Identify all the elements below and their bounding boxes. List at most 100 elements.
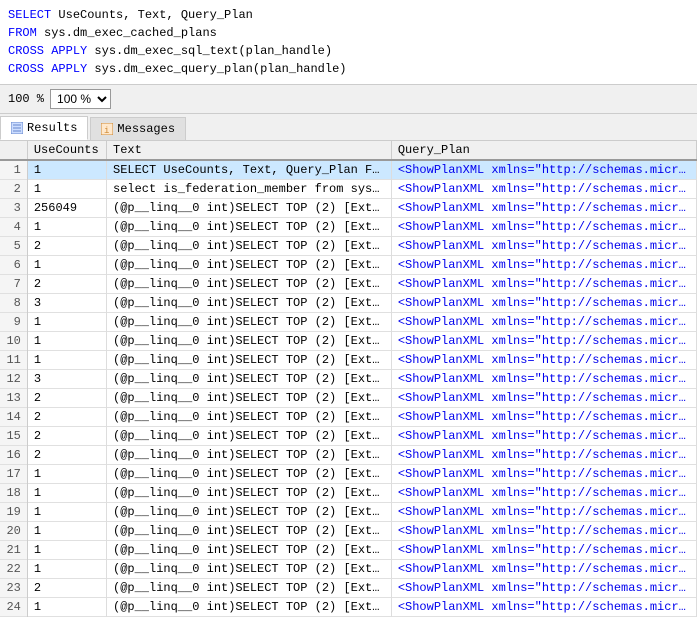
row-number: 2	[0, 180, 27, 199]
cell-usecounts: 2	[27, 446, 106, 465]
code-line-2: FROM sys.dm_exec_cached_plans	[8, 24, 689, 42]
cell-queryplan[interactable]: <ShowPlanXML xmlns="http://schemas.micro…	[391, 160, 696, 180]
cell-queryplan[interactable]: <ShowPlanXML xmlns="http://schemas.micro…	[391, 446, 696, 465]
table-row: 41(@p__linq__0 int)SELECT TOP (2) [Exten…	[0, 218, 697, 237]
row-number: 11	[0, 351, 27, 370]
cell-usecounts: 1	[27, 465, 106, 484]
cell-usecounts: 1	[27, 351, 106, 370]
table-body: 11SELECT UseCounts, Text, Query_Plan FRO…	[0, 160, 697, 617]
table-row: 61(@p__linq__0 int)SELECT TOP (2) [Exten…	[0, 256, 697, 275]
tab-messages[interactable]: i Messages	[90, 117, 186, 140]
row-number: 12	[0, 370, 27, 389]
table-row: 181(@p__linq__0 int)SELECT TOP (2) [Exte…	[0, 484, 697, 503]
row-number: 5	[0, 237, 27, 256]
cell-queryplan[interactable]: <ShowPlanXML xmlns="http://schemas.micro…	[391, 427, 696, 446]
cell-text: (@p__linq__0 int)SELECT TOP (2) [Extent1…	[107, 446, 392, 465]
cell-queryplan[interactable]: <ShowPlanXML xmlns="http://schemas.micro…	[391, 484, 696, 503]
cell-queryplan[interactable]: <ShowPlanXML xmlns="http://schemas.micro…	[391, 560, 696, 579]
cell-queryplan[interactable]: <ShowPlanXML xmlns="http://schemas.micro…	[391, 180, 696, 199]
col-header-usecounts[interactable]: UseCounts	[27, 141, 106, 160]
cell-queryplan[interactable]: <ShowPlanXML xmlns="http://schemas.micro…	[391, 579, 696, 598]
cell-text: (@p__linq__0 int)SELECT TOP (2) [Extent1…	[107, 294, 392, 313]
table-row: 111(@p__linq__0 int)SELECT TOP (2) [Exte…	[0, 351, 697, 370]
cell-usecounts: 1	[27, 313, 106, 332]
cell-usecounts: 2	[27, 275, 106, 294]
cell-queryplan[interactable]: <ShowPlanXML xmlns="http://schemas.micro…	[391, 351, 696, 370]
table-row: 132(@p__linq__0 int)SELECT TOP (2) [Exte…	[0, 389, 697, 408]
results-icon	[11, 122, 23, 134]
cell-queryplan[interactable]: <ShowPlanXML xmlns="http://schemas.micro…	[391, 237, 696, 256]
row-number: 24	[0, 598, 27, 617]
row-number: 14	[0, 408, 27, 427]
cell-usecounts: 2	[27, 389, 106, 408]
cell-text: (@p__linq__0 int)SELECT TOP (2) [Extent1…	[107, 332, 392, 351]
col-header-text[interactable]: Text	[107, 141, 392, 160]
cell-queryplan[interactable]: <ShowPlanXML xmlns="http://schemas.micro…	[391, 389, 696, 408]
cell-text: (@p__linq__0 int)SELECT TOP (2) [Extent1…	[107, 199, 392, 218]
row-number: 1	[0, 160, 27, 180]
results-table: UseCounts Text Query_Plan 11SELECT UseCo…	[0, 141, 697, 617]
cell-text: (@p__linq__0 int)SELECT TOP (2) [Extent1…	[107, 237, 392, 256]
row-number: 15	[0, 427, 27, 446]
cell-text: (@p__linq__0 int)SELECT TOP (2) [Extent1…	[107, 275, 392, 294]
cell-queryplan[interactable]: <ShowPlanXML xmlns="http://schemas.micro…	[391, 370, 696, 389]
cell-queryplan[interactable]: <ShowPlanXML xmlns="http://schemas.micro…	[391, 294, 696, 313]
col-header-rownum	[0, 141, 27, 160]
tab-messages-label: Messages	[117, 122, 175, 136]
row-number: 18	[0, 484, 27, 503]
code-line-1: SELECT UseCounts, Text, Query_Plan	[8, 6, 689, 24]
table-row: 101(@p__linq__0 int)SELECT TOP (2) [Exte…	[0, 332, 697, 351]
table-row: 162(@p__linq__0 int)SELECT TOP (2) [Exte…	[0, 446, 697, 465]
cell-text: SELECT UseCounts, Text, Query_Plan FROM …	[107, 160, 392, 180]
cell-usecounts: 1	[27, 522, 106, 541]
cell-text: (@p__linq__0 int)SELECT TOP (2) [Extent1…	[107, 579, 392, 598]
cell-usecounts: 2	[27, 237, 106, 256]
code-line-4: CROSS APPLY sys.dm_exec_query_plan(plan_…	[8, 60, 689, 78]
cell-queryplan[interactable]: <ShowPlanXML xmlns="http://schemas.micro…	[391, 408, 696, 427]
cell-text: (@p__linq__0 int)SELECT TOP (2) [Extent1…	[107, 484, 392, 503]
cell-queryplan[interactable]: <ShowPlanXML xmlns="http://schemas.micro…	[391, 541, 696, 560]
row-number: 16	[0, 446, 27, 465]
cell-text: (@p__linq__0 int)SELECT TOP (2) [Extent1…	[107, 389, 392, 408]
cell-queryplan[interactable]: <ShowPlanXML xmlns="http://schemas.micro…	[391, 218, 696, 237]
cell-usecounts: 3	[27, 294, 106, 313]
cell-text: (@p__linq__0 int)SELECT TOP (2) [Extent1…	[107, 427, 392, 446]
row-number: 13	[0, 389, 27, 408]
cell-usecounts: 2	[27, 408, 106, 427]
cell-usecounts: 1	[27, 180, 106, 199]
cell-text: (@p__linq__0 int)SELECT TOP (2) [Extent1…	[107, 541, 392, 560]
code-line-3: CROSS APPLY sys.dm_exec_sql_text(plan_ha…	[8, 42, 689, 60]
tab-results[interactable]: Results	[0, 116, 88, 140]
cell-queryplan[interactable]: <ShowPlanXML xmlns="http://schemas.micro…	[391, 199, 696, 218]
cell-usecounts: 1	[27, 484, 106, 503]
table-row: 21select is_federation_member from sys.d…	[0, 180, 697, 199]
row-number: 6	[0, 256, 27, 275]
table-row: 123(@p__linq__0 int)SELECT TOP (2) [Exte…	[0, 370, 697, 389]
cell-queryplan[interactable]: <ShowPlanXML xmlns="http://schemas.micro…	[391, 465, 696, 484]
cell-queryplan[interactable]: <ShowPlanXML xmlns="http://schemas.micro…	[391, 522, 696, 541]
cell-usecounts: 2	[27, 427, 106, 446]
cell-queryplan[interactable]: <ShowPlanXML xmlns="http://schemas.micro…	[391, 598, 696, 617]
cell-queryplan[interactable]: <ShowPlanXML xmlns="http://schemas.micro…	[391, 332, 696, 351]
table-row: 171(@p__linq__0 int)SELECT TOP (2) [Exte…	[0, 465, 697, 484]
cell-text: (@p__linq__0 int)SELECT TOP (2) [Extent1…	[107, 218, 392, 237]
cell-text: (@p__linq__0 int)SELECT TOP (2) [Extent1…	[107, 598, 392, 617]
cell-text: (@p__linq__0 int)SELECT TOP (2) [Extent1…	[107, 522, 392, 541]
row-number: 17	[0, 465, 27, 484]
table-header-row: UseCounts Text Query_Plan	[0, 141, 697, 160]
cell-queryplan[interactable]: <ShowPlanXML xmlns="http://schemas.micro…	[391, 313, 696, 332]
table-row: 83(@p__linq__0 int)SELECT TOP (2) [Exten…	[0, 294, 697, 313]
col-header-queryplan[interactable]: Query_Plan	[391, 141, 696, 160]
results-container[interactable]: UseCounts Text Query_Plan 11SELECT UseCo…	[0, 141, 697, 638]
cell-usecounts: 1	[27, 541, 106, 560]
cell-queryplan[interactable]: <ShowPlanXML xmlns="http://schemas.micro…	[391, 256, 696, 275]
cell-text: select is_federation_member from sys.dat…	[107, 180, 392, 199]
cell-usecounts: 1	[27, 160, 106, 180]
zoom-select[interactable]: 100 % 75 % 125 % 150 %	[50, 89, 111, 109]
svg-text:i: i	[104, 126, 109, 135]
row-number: 22	[0, 560, 27, 579]
cell-queryplan[interactable]: <ShowPlanXML xmlns="http://schemas.micro…	[391, 275, 696, 294]
table-row: 201(@p__linq__0 int)SELECT TOP (2) [Exte…	[0, 522, 697, 541]
cell-usecounts: 1	[27, 598, 106, 617]
cell-queryplan[interactable]: <ShowPlanXML xmlns="http://schemas.micro…	[391, 503, 696, 522]
